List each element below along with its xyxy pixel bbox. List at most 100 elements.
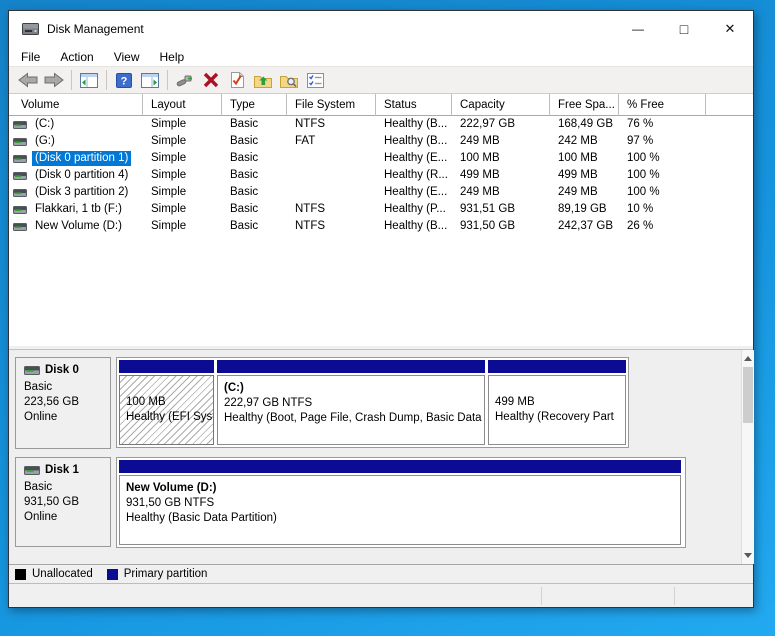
cell-layout: Simple [143,201,222,218]
cell-pctfree: 100 % [619,150,706,167]
partition-name: New Volume (D:) [126,481,680,496]
menu-action[interactable]: Action [50,47,103,66]
column-header-capacity[interactable]: Capacity [452,94,550,116]
partition-size: 222,97 GB NTFS [224,396,484,411]
disk-icon [24,466,40,475]
maximize-button[interactable]: □ [661,11,707,47]
cell-pctfree: 10 % [619,201,706,218]
cell-status: Healthy (E... [376,184,452,201]
partition-c[interactable]: (C:) 222,97 GB NTFS Healthy (Boot, Page … [217,360,485,445]
cell-freespace: 168,49 GB [550,116,619,133]
desktop: Disk Management — □ ✕ File Action View H… [0,0,775,636]
properties-check-icon[interactable] [224,68,250,92]
disk1-partition-strip: New Volume (D:) 931,50 GB NTFS Healthy (… [116,457,686,548]
disk0-info-box[interactable]: Disk 0 Basic 223,56 GB Online [15,357,111,449]
delete-volume-icon[interactable] [198,68,224,92]
primary-partition-bar [119,460,681,473]
cell-filesystem: NTFS [287,201,376,218]
cell-status: Healthy (E... [376,150,452,167]
open-folder-icon[interactable] [250,68,276,92]
svg-text:?: ? [121,75,128,87]
table-row-selected[interactable]: (Disk 0 partition 1) Simple Basic Health… [9,150,753,167]
menu-view[interactable]: View [104,47,150,66]
cell-type: Basic [222,184,287,201]
cell-capacity: 222,97 GB [452,116,550,133]
column-header-type[interactable]: Type [222,94,287,116]
cell-capacity: 100 MB [452,150,550,167]
volume-icon [13,206,27,214]
volume-name: (Disk 0 partition 4) [32,168,131,183]
list-header: Volume Layout Type File System Status Ca… [9,94,753,116]
cell-filesystem: NTFS [287,218,376,235]
explore-folder-icon[interactable] [276,68,302,92]
show-console-tree-icon[interactable] [76,68,102,92]
legend-bar: Unallocated Primary partition [9,564,753,584]
disk-kind: Basic [24,380,110,395]
table-row[interactable]: New Volume (D:) Simple Basic NTFS Health… [9,218,753,235]
table-row[interactable]: (G:) Simple Basic FAT Healthy (B... 249 … [9,133,753,150]
partition-size: 100 MB [126,395,213,410]
volume-icon [13,121,27,129]
column-header-filler [706,94,753,116]
cell-layout: Simple [143,167,222,184]
disk1-info-box[interactable]: Disk 1 Basic 931,50 GB Online [15,457,111,547]
cell-layout: Simple [143,184,222,201]
partition-d[interactable]: New Volume (D:) 931,50 GB NTFS Healthy (… [119,460,681,545]
cell-type: Basic [222,150,287,167]
table-row[interactable]: (C:) Simple Basic NTFS Healthy (B... 222… [9,116,753,133]
column-header-pctfree[interactable]: % Free [619,94,706,116]
volume-name: (Disk 3 partition 2) [32,185,131,200]
volume-name: Flakkari, 1 tb (F:) [32,202,125,217]
partition-status: Healthy (EFI Syst [126,410,213,425]
column-header-filesystem[interactable]: File System [287,94,376,116]
back-icon[interactable] [15,68,41,92]
titlebar[interactable]: Disk Management — □ ✕ [9,11,753,47]
table-row[interactable]: (Disk 3 partition 2) Simple Basic Health… [9,184,753,201]
cell-capacity: 499 MB [452,167,550,184]
menu-file[interactable]: File [11,47,50,66]
window-title: Disk Management [47,22,144,36]
window-controls: — □ ✕ [615,11,753,47]
status-bar [9,585,753,607]
cell-pctfree: 76 % [619,116,706,133]
partition-recovery[interactable]: 499 MB Healthy (Recovery Part [488,360,626,445]
partition-name: (C:) [224,381,484,396]
disk0-partition-strip: 100 MB Healthy (EFI Syst (C:) 222,97 GB … [116,357,629,448]
legend-label: Unallocated [32,568,93,580]
task-list-icon[interactable] [302,68,328,92]
vertical-scrollbar[interactable] [741,350,754,564]
unallocated-swatch [15,569,26,580]
scrollbar-thumb[interactable] [743,367,753,423]
cell-pctfree: 97 % [619,133,706,150]
table-row[interactable]: Flakkari, 1 tb (F:) Simple Basic NTFS He… [9,201,753,218]
disk-drive-icon [22,22,39,36]
graphical-view: Disk 0 Basic 223,56 GB Online 100 MB Hea… [9,350,753,564]
cell-capacity: 249 MB [452,133,550,150]
minimize-button[interactable]: — [615,11,661,47]
primary-partition-swatch [107,569,118,580]
disk-management-window: Disk Management — □ ✕ File Action View H… [8,10,754,608]
cell-filesystem [287,184,376,201]
scroll-down-icon[interactable] [742,548,754,563]
partition-efi[interactable]: 100 MB Healthy (EFI Syst [119,360,214,445]
column-header-freespace[interactable]: Free Spa... [550,94,619,116]
table-row[interactable]: (Disk 0 partition 4) Simple Basic Health… [9,167,753,184]
rescan-disks-icon[interactable] [172,68,198,92]
primary-partition-bar [217,360,485,373]
show-action-pane-icon[interactable] [137,68,163,92]
partition-status: Healthy (Boot, Page File, Crash Dump, Ba… [224,411,484,426]
column-header-volume[interactable]: Volume [9,94,143,116]
volume-name: (G:) [32,134,58,149]
column-header-layout[interactable]: Layout [143,94,222,116]
cell-type: Basic [222,218,287,235]
close-button[interactable]: ✕ [707,11,753,47]
volume-name: (Disk 0 partition 1) [32,151,131,166]
menu-help[interactable]: Help [150,47,195,66]
forward-icon[interactable] [41,68,67,92]
scroll-up-icon[interactable] [742,351,754,366]
disk-size: 931,50 GB [24,495,110,510]
column-header-status[interactable]: Status [376,94,452,116]
cell-layout: Simple [143,150,222,167]
help-icon[interactable]: ? [111,68,137,92]
disk-icon [24,366,40,375]
